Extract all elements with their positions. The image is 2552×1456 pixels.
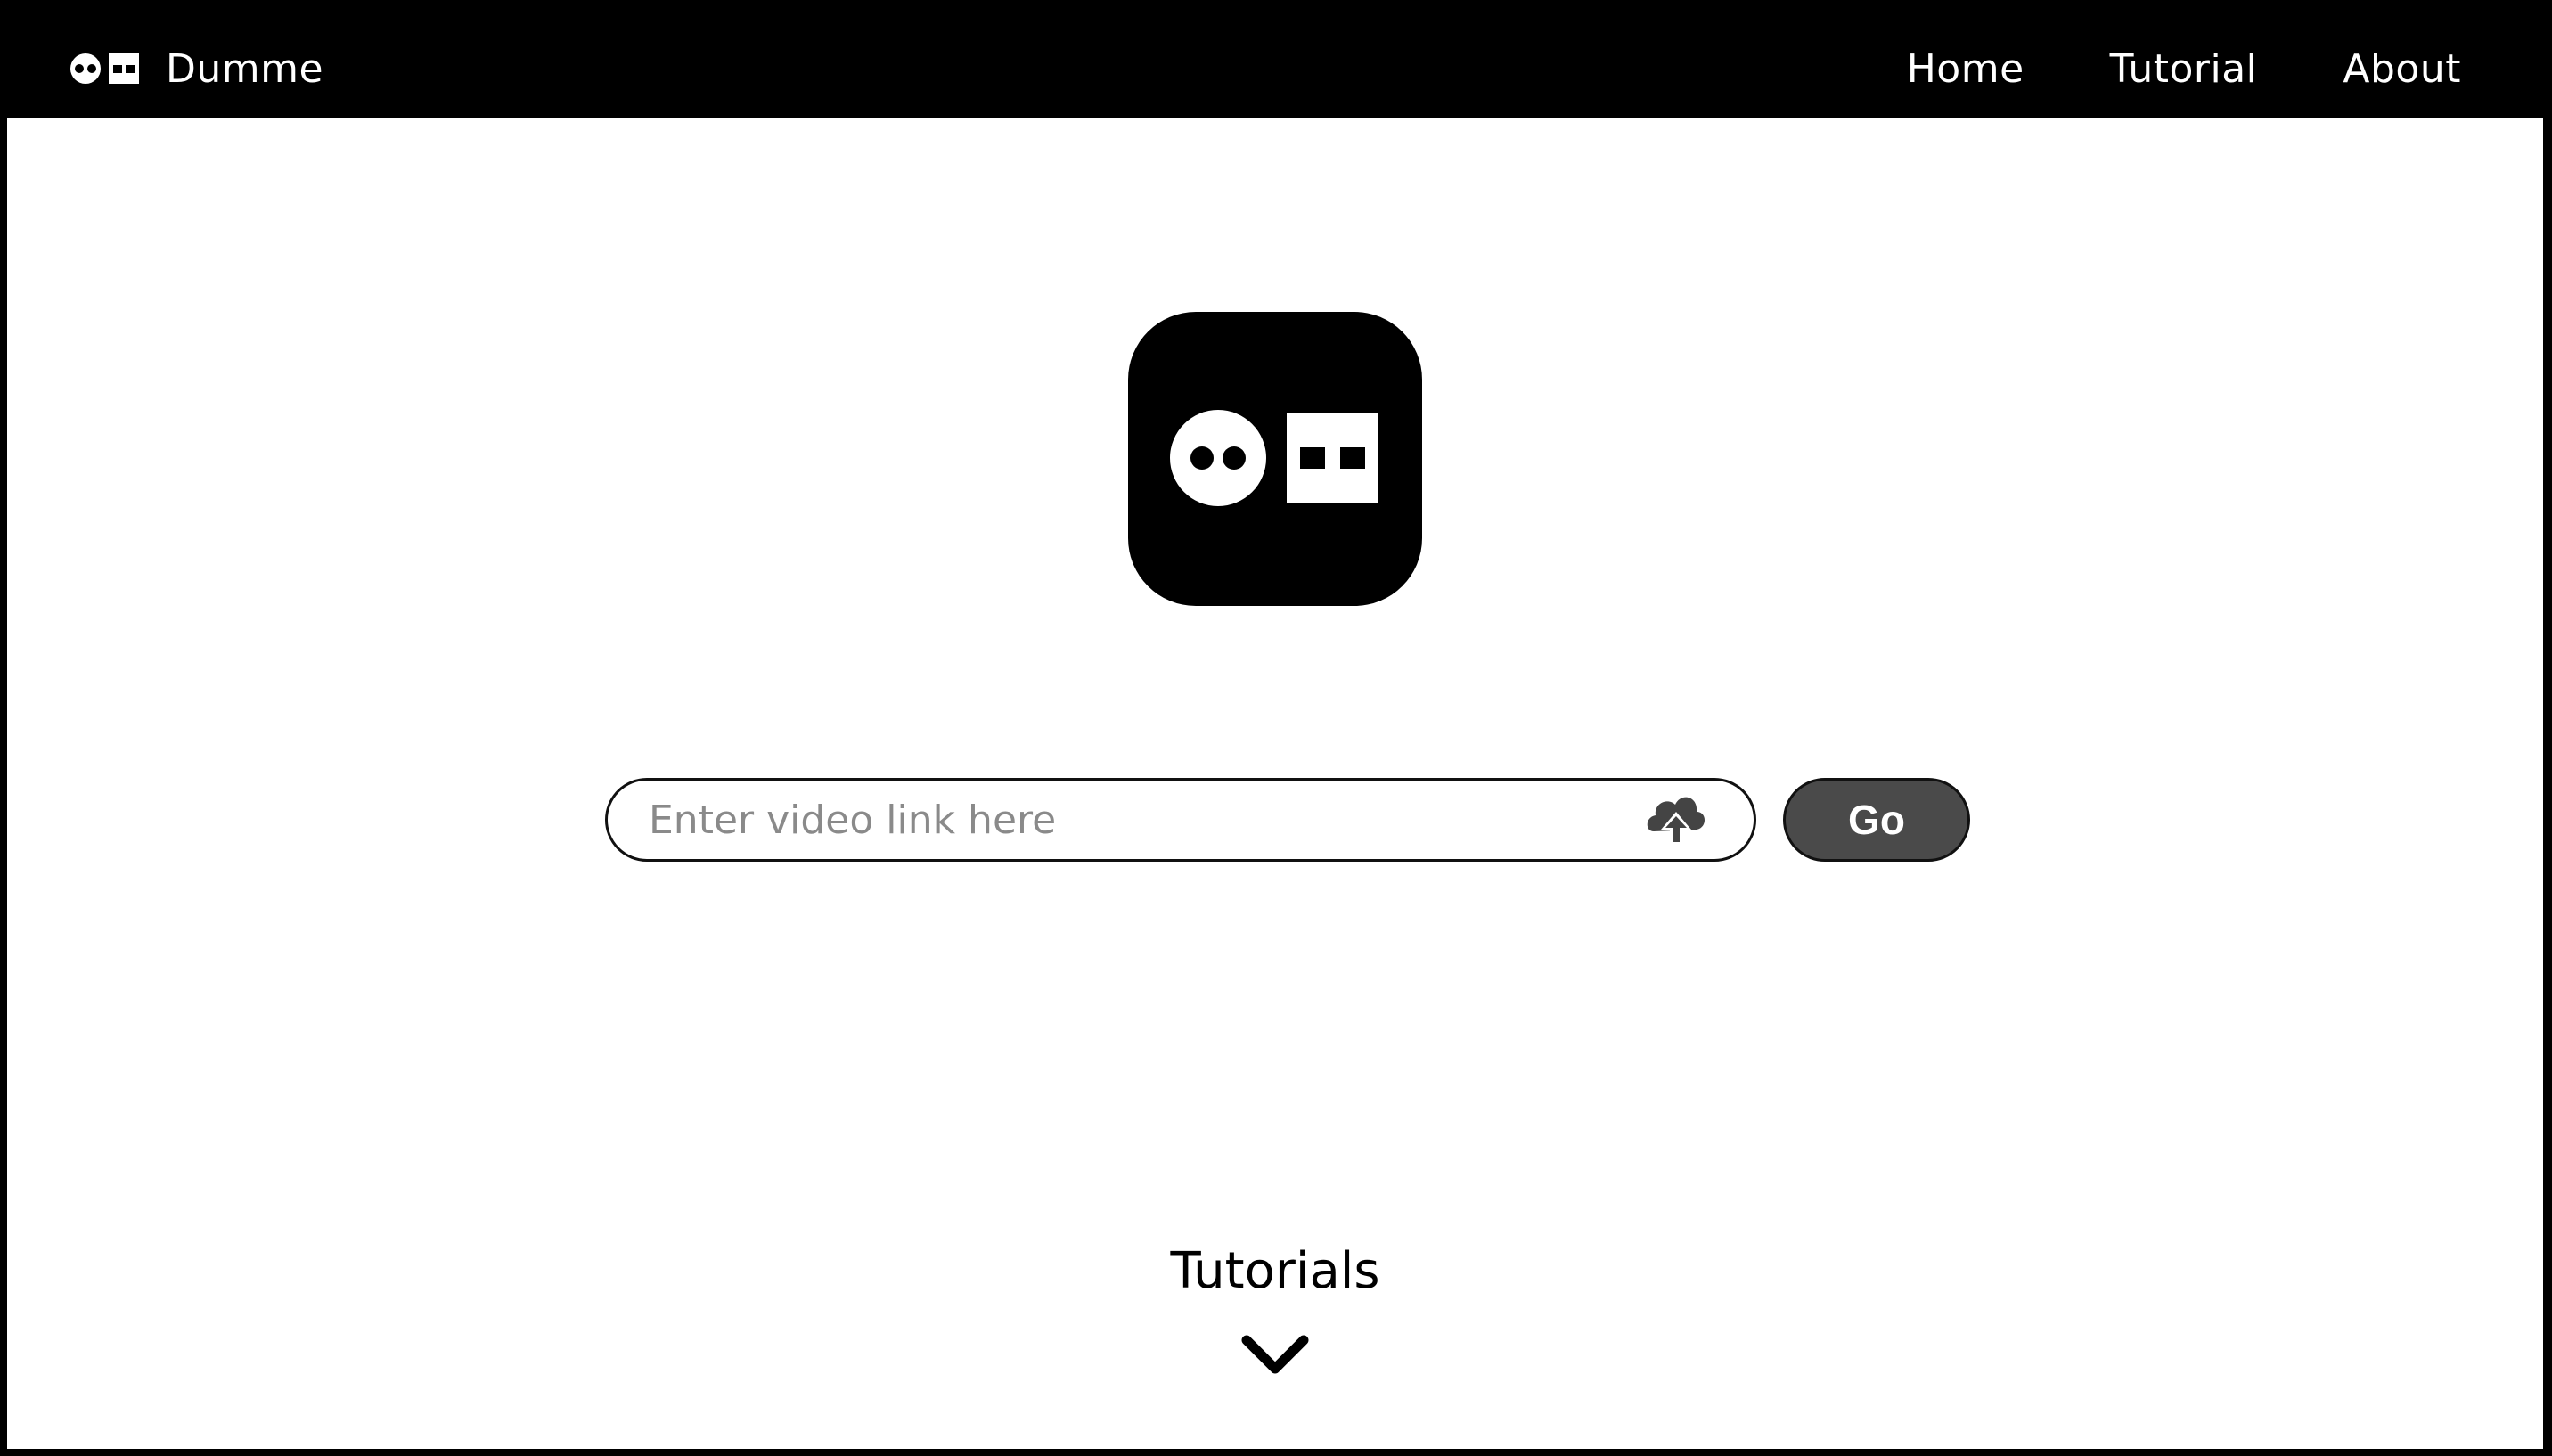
cloud-upload-icon[interactable] (1641, 785, 1711, 855)
nav-links: Home Tutorial About (1907, 20, 2461, 118)
top-navbar: Dumme Home Tutorial About (7, 20, 2543, 118)
brand[interactable]: Dumme (70, 20, 323, 118)
video-link-field (605, 778, 1756, 862)
dumme-logo-icon (1128, 312, 1422, 606)
brand-logo-icon (70, 53, 139, 84)
nav-link-tutorial[interactable]: Tutorial (2110, 46, 2258, 92)
brand-name: Dumme (166, 45, 324, 92)
app-window: Dumme Home Tutorial About Go Tutorials (7, 20, 2543, 1449)
nav-link-about[interactable]: About (2343, 46, 2461, 92)
tutorials-heading: Tutorials (1170, 1242, 1380, 1300)
chevron-down-icon[interactable] (1239, 1331, 1311, 1381)
go-button[interactable]: Go (1783, 778, 1970, 862)
nav-link-home[interactable]: Home (1907, 46, 2024, 92)
video-link-input[interactable] (608, 781, 1641, 859)
